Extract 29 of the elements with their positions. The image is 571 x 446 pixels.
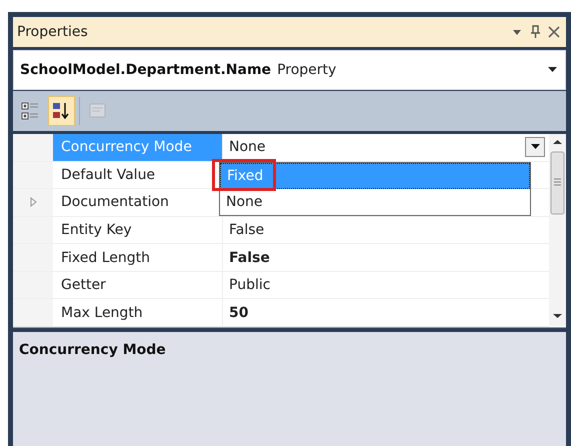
property-name[interactable]: Fixed Length — [53, 244, 223, 271]
property-name[interactable]: Documentation — [53, 189, 223, 216]
property-value: Public — [229, 277, 270, 294]
sort-alphabetical-button[interactable] — [48, 96, 75, 126]
sort-alphabetical-icon — [52, 101, 71, 121]
scrollbar[interactable] — [549, 134, 566, 326]
property-value: False — [229, 250, 270, 266]
property-name[interactable]: Default Value — [53, 162, 223, 188]
property-value: None — [229, 139, 266, 156]
highlight-box — [212, 159, 276, 191]
caret-icon — [530, 144, 540, 150]
object-type: Property — [277, 62, 336, 78]
description-title: Concurrency Mode — [19, 342, 167, 358]
property-name[interactable]: Getter — [53, 272, 223, 298]
property-name[interactable]: Entity Key — [53, 216, 223, 244]
object-name: SchoolModel.Department.Name — [20, 62, 272, 78]
expand-arrow-icon[interactable] — [30, 197, 36, 208]
dropdown-button[interactable] — [525, 137, 545, 158]
pin-icon[interactable] — [530, 25, 540, 39]
object-selector[interactable]: SchoolModel.Department.Name Property — [13, 50, 566, 90]
categorized-icon — [21, 101, 40, 121]
dropdown-option[interactable]: None — [220, 189, 530, 215]
caret-icon — [548, 67, 557, 73]
close-icon[interactable] — [548, 26, 560, 38]
property-name[interactable]: Max Length — [53, 299, 223, 326]
dropdown-arrow-icon[interactable] — [512, 27, 522, 37]
property-value: False — [229, 222, 264, 238]
property-value: 50 — [229, 304, 248, 321]
window-title: Properties — [17, 24, 88, 40]
